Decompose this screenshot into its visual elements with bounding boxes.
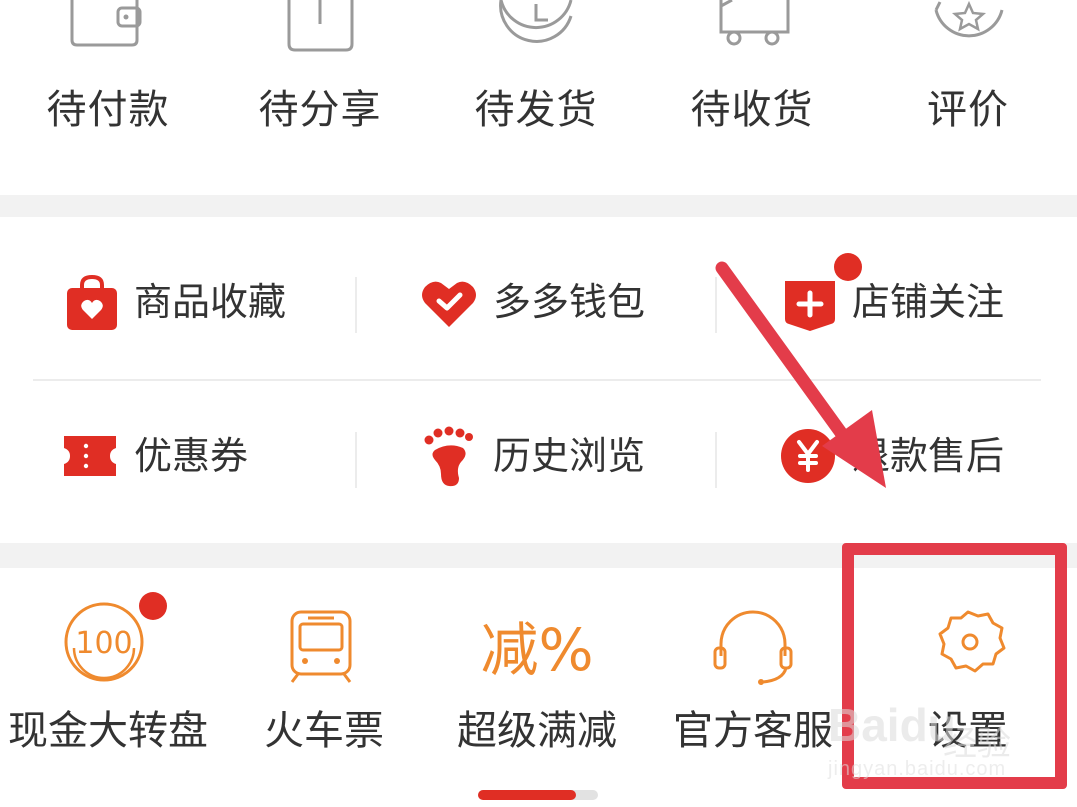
headset-icon xyxy=(713,610,793,685)
scroll-indicator xyxy=(478,790,598,800)
cash-wheel-badge-dot xyxy=(139,592,167,620)
section-separator xyxy=(0,195,1077,217)
favorites-item[interactable]: 商品收藏 xyxy=(0,227,359,377)
coupon-ticket-icon xyxy=(64,436,116,476)
baidu-watermark: Baidu 经验 jingyan.baidu.com xyxy=(828,690,1058,790)
wallet-label: 多多钱包 xyxy=(493,280,646,324)
watermark-url: jingyan.baidu.com xyxy=(828,758,1007,780)
refund-item[interactable]: 退款售后 xyxy=(718,382,1077,532)
coupons-label: 优惠券 xyxy=(134,434,249,478)
favorites-label: 商品收藏 xyxy=(134,280,287,324)
services-grid: 商品收藏 多多钱包 店铺关注 优惠券 历史浏览 退款售后 xyxy=(0,217,1077,543)
order-pending-payment[interactable]: 待付款 xyxy=(0,0,216,195)
truck-icon xyxy=(719,0,790,46)
discount-icon: 减% xyxy=(480,616,593,684)
share-box-icon xyxy=(287,0,354,52)
divider xyxy=(715,432,717,488)
store-follow-item[interactable]: 店铺关注 xyxy=(718,227,1077,377)
order-review-label: 评价 xyxy=(927,87,1009,133)
watermark-brand: Baidu xyxy=(828,699,956,751)
order-pending-shipment[interactable]: 待发货 xyxy=(428,0,644,195)
clock-icon xyxy=(499,0,573,43)
divider xyxy=(715,277,717,333)
shopping-bag-heart-icon xyxy=(67,275,117,330)
discount-item[interactable]: 减% 超级满减 xyxy=(429,568,645,807)
order-pending-shipment-label: 待发货 xyxy=(474,87,598,133)
cash-wheel-100-icon: 100 xyxy=(64,602,144,682)
history-item[interactable]: 历史浏览 xyxy=(359,382,718,532)
coupons-item[interactable]: 优惠券 xyxy=(0,382,359,532)
wallet-heart-check-icon xyxy=(422,281,476,327)
order-pending-receipt[interactable]: 待收货 xyxy=(644,0,860,195)
order-pending-receipt-label: 待收货 xyxy=(690,87,814,133)
order-status-row: 待付款 待分享 待发货 待收货 评价 xyxy=(0,0,1077,195)
divider xyxy=(355,277,357,333)
svg-text:100: 100 xyxy=(75,626,132,661)
store-follow-label: 店铺关注 xyxy=(852,280,1005,324)
discount-icon-text: 减% xyxy=(480,616,593,684)
scroll-indicator-thumb xyxy=(478,790,576,800)
wallet-item[interactable]: 多多钱包 xyxy=(359,227,718,377)
train-ticket-item[interactable]: 火车票 xyxy=(216,568,432,807)
refund-label: 退款售后 xyxy=(852,434,1005,478)
store-plus-icon xyxy=(785,281,835,331)
yen-refund-icon xyxy=(781,429,835,483)
footprint-icon xyxy=(424,426,473,487)
grid-divider xyxy=(33,379,1041,381)
order-pending-share[interactable]: 待分享 xyxy=(212,0,428,195)
order-review[interactable]: 评价 xyxy=(860,0,1076,195)
order-pending-share-label: 待分享 xyxy=(258,87,382,133)
order-pending-payment-label: 待付款 xyxy=(46,87,170,133)
divider xyxy=(355,432,357,488)
history-label: 历史浏览 xyxy=(493,434,646,478)
wallet-icon xyxy=(70,0,142,47)
star-review-icon xyxy=(934,0,1004,38)
cash-wheel-item[interactable]: 100 现金大转盘 xyxy=(0,568,216,807)
train-icon xyxy=(290,610,352,683)
